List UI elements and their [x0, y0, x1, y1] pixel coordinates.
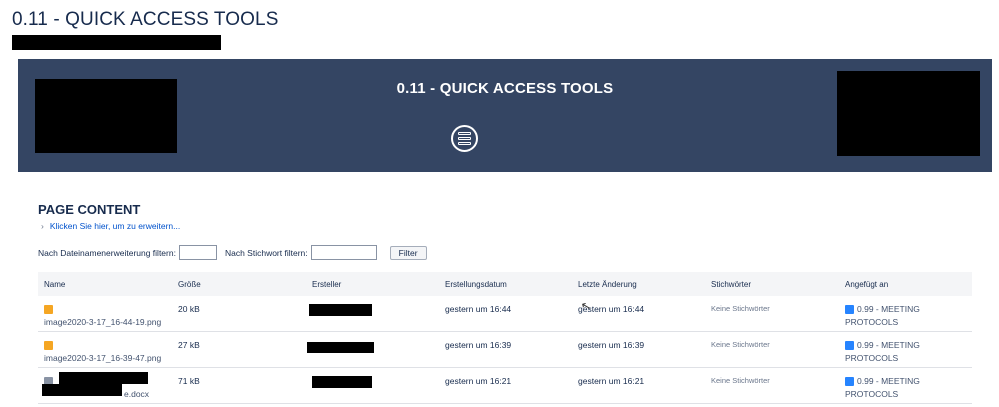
attachments-table: Name Größe Ersteller Erstellungsdatum Le…	[38, 272, 972, 404]
filter-row: Nach Dateinamenerweiterung filtern: Nach…	[38, 245, 427, 260]
modified-date: gestern um 16:21	[578, 376, 645, 386]
table-row: image2020-3-17_16-44-19.png 20 kB gester…	[38, 296, 972, 332]
table-row: image2020-3-17_16-39-47.png 27 kB gester…	[38, 332, 972, 368]
table-header: Name Größe Ersteller Erstellungsdatum Le…	[38, 272, 972, 296]
attached-to-label: 0.99 - MEETING PROTOCOLS	[845, 376, 920, 399]
redacted-file-name	[59, 372, 148, 384]
attached-to-link[interactable]: 0.99 - MEETING PROTOCOLS	[845, 339, 955, 365]
attached-to-label: 0.99 - MEETING PROTOCOLS	[845, 340, 920, 363]
file-name: e.docx	[124, 389, 150, 399]
file-name-link[interactable]: image2020-3-17_16-39-47.png	[44, 339, 174, 365]
modified-date: gestern um 16:39	[578, 340, 645, 350]
keyword-filter-label: Nach Stichwort filtern:	[224, 247, 308, 258]
expand-link[interactable]: › Klicken Sie hier, um zu erweitern...	[41, 221, 180, 231]
column-header-keywords[interactable]: Stichwörter	[711, 280, 751, 289]
attached-to-label: 0.99 - MEETING PROTOCOLS	[845, 304, 920, 327]
extension-filter-label: Nach Dateinamenerweiterung filtern:	[38, 247, 176, 258]
column-header-created[interactable]: Erstellungsdatum	[445, 280, 507, 289]
file-name: image2020-3-17_16-39-47.png	[44, 353, 162, 363]
keywords: Keine Stichwörter	[711, 376, 770, 385]
file-name: image2020-3-17_16-44-19.png	[44, 317, 162, 327]
file-name-link[interactable]: image2020-3-17_16-44-19.png	[44, 303, 174, 329]
redacted-creator	[307, 342, 374, 353]
redacted-file-name	[42, 384, 122, 396]
page-icon	[845, 305, 854, 315]
created-date: gestern um 16:44	[445, 304, 512, 314]
page-icon	[845, 377, 854, 387]
table-row: e.docx 71 kB gestern um 16:21 gestern um…	[38, 368, 972, 404]
created-date: gestern um 16:39	[445, 340, 512, 350]
chevron-right-icon: ›	[41, 221, 44, 231]
page-icon	[845, 341, 854, 351]
redacted-creator	[309, 304, 372, 316]
attached-to-link[interactable]: 0.99 - MEETING PROTOCOLS	[845, 375, 955, 401]
column-header-attached-to[interactable]: Angefügt an	[845, 280, 888, 289]
expand-link-label: Klicken Sie hier, um zu erweitern...	[49, 221, 181, 231]
keyword-filter-input[interactable]	[310, 245, 377, 260]
redacted-banner-logo-right	[837, 71, 980, 156]
column-header-name[interactable]: Name	[44, 280, 65, 289]
extension-filter-input[interactable]	[178, 245, 217, 260]
column-header-size[interactable]: Größe	[178, 280, 201, 289]
redacted-creator	[312, 376, 372, 388]
list-circle-icon[interactable]	[451, 125, 478, 152]
keywords: Keine Stichwörter	[711, 340, 770, 349]
page-banner: 0.11 - QUICK ACCESS TOOLS	[18, 59, 992, 172]
keywords: Keine Stichwörter	[711, 304, 770, 313]
column-header-creator[interactable]: Ersteller	[312, 280, 341, 289]
file-size: 71 kB	[178, 376, 200, 386]
filter-button[interactable]: Filter	[389, 245, 427, 260]
section-title: PAGE CONTENT	[38, 202, 141, 217]
created-date: gestern um 16:21	[445, 376, 512, 386]
file-size: 27 kB	[178, 340, 200, 350]
page-title: 0.11 - QUICK ACCESS TOOLS	[12, 9, 279, 30]
file-size: 20 kB	[178, 304, 200, 314]
redacted-subtitle	[12, 35, 221, 50]
column-header-modified[interactable]: Letzte Änderung	[578, 280, 637, 289]
attached-to-link[interactable]: 0.99 - MEETING PROTOCOLS	[845, 303, 955, 329]
image-file-icon	[44, 305, 53, 315]
image-file-icon	[44, 341, 53, 351]
